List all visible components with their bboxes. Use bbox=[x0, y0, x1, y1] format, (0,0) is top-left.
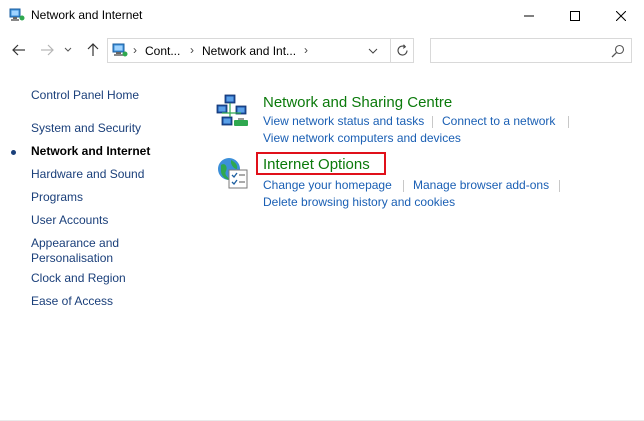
internet-options-icon[interactable] bbox=[216, 156, 252, 192]
change-homepage-link[interactable]: Change your homepage bbox=[263, 178, 392, 192]
address-history-button[interactable] bbox=[362, 39, 384, 62]
breadcrumb-network-and-internet[interactable]: Network and Int... bbox=[202, 44, 296, 58]
refresh-icon bbox=[397, 44, 408, 56]
sidebar-item-hardware-and-sound[interactable]: Hardware and Sound bbox=[31, 167, 144, 182]
minimize-button[interactable] bbox=[506, 0, 552, 31]
sidebar-item-control-panel-home[interactable]: Control Panel Home bbox=[31, 88, 139, 103]
forward-button[interactable] bbox=[37, 40, 57, 60]
arrow-right-icon bbox=[41, 44, 54, 56]
navigation-bar: › Cont... › Network and Int... › bbox=[0, 31, 644, 71]
close-button[interactable] bbox=[598, 0, 644, 31]
search-box[interactable] bbox=[430, 38, 632, 63]
link-divider bbox=[559, 180, 560, 192]
control-panel-icon bbox=[112, 43, 128, 58]
breadcrumb-separator[interactable]: › bbox=[190, 43, 194, 57]
maximize-icon bbox=[570, 10, 580, 21]
sidebar-item-appearance-and-personalisation-line2[interactable]: Personalisation bbox=[31, 251, 113, 266]
active-item-bullet bbox=[11, 150, 16, 155]
title-bar: Network and Internet bbox=[0, 0, 644, 31]
link-divider bbox=[568, 116, 569, 128]
breadcrumb-separator[interactable]: › bbox=[304, 43, 308, 57]
view-network-computers-link[interactable]: View network computers and devices bbox=[263, 131, 461, 145]
close-icon bbox=[616, 10, 626, 21]
sidebar-item-ease-of-access[interactable]: Ease of Access bbox=[31, 294, 113, 309]
sidebar-item-system-and-security[interactable]: System and Security bbox=[31, 121, 141, 136]
recent-locations-button[interactable] bbox=[61, 40, 75, 60]
network-and-sharing-centre-link[interactable]: Network and Sharing Centre bbox=[263, 94, 452, 111]
arrow-up-icon bbox=[87, 43, 99, 56]
refresh-button[interactable] bbox=[390, 39, 414, 62]
network-window-icon bbox=[9, 8, 25, 22]
breadcrumb-separator: › bbox=[133, 43, 137, 57]
maximize-button[interactable] bbox=[552, 0, 598, 31]
link-divider bbox=[432, 116, 433, 128]
sidebar-item-programs[interactable]: Programs bbox=[31, 190, 83, 205]
sidebar-item-network-and-internet: Network and Internet bbox=[31, 144, 151, 158]
connect-to-network-link[interactable]: Connect to a network bbox=[442, 114, 555, 128]
window-title: Network and Internet bbox=[31, 8, 143, 22]
minimize-icon bbox=[524, 15, 534, 16]
delete-browsing-history-link[interactable]: Delete browsing history and cookies bbox=[263, 195, 455, 209]
sidebar-item-clock-and-region[interactable]: Clock and Region bbox=[31, 271, 126, 286]
network-sharing-icon[interactable] bbox=[216, 94, 252, 130]
arrow-left-icon bbox=[12, 44, 25, 56]
chevron-down-icon bbox=[368, 48, 378, 54]
address-bar[interactable]: › Cont... › Network and Int... › bbox=[107, 38, 414, 63]
link-divider bbox=[403, 180, 404, 192]
view-network-status-link[interactable]: View network status and tasks bbox=[263, 114, 424, 128]
sidebar-item-appearance-and-personalisation[interactable]: Appearance and bbox=[31, 236, 119, 251]
search-icon[interactable] bbox=[611, 44, 625, 58]
breadcrumb-control-panel[interactable]: Cont... bbox=[145, 44, 180, 58]
highlight-box bbox=[256, 152, 386, 175]
sidebar-item-user-accounts[interactable]: User Accounts bbox=[31, 213, 108, 228]
manage-browser-addons-link[interactable]: Manage browser add-ons bbox=[413, 178, 549, 192]
search-input[interactable] bbox=[435, 42, 605, 59]
up-button[interactable] bbox=[83, 40, 103, 60]
chevron-down-icon bbox=[64, 47, 72, 52]
back-button[interactable] bbox=[9, 40, 29, 60]
